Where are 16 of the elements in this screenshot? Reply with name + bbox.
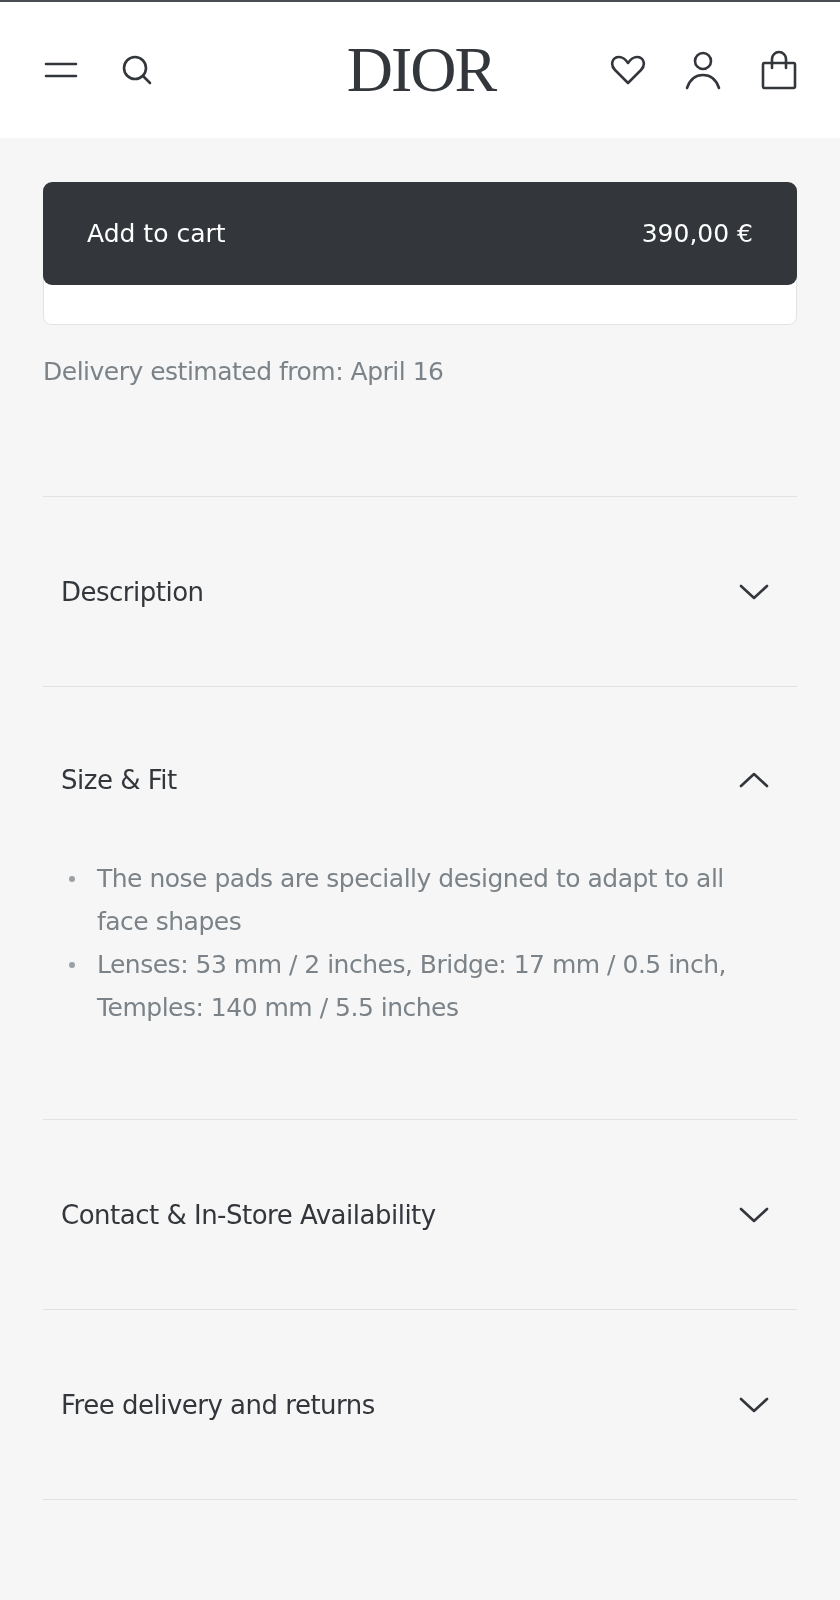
price: 390,00 €	[641, 219, 753, 248]
accordion-header[interactable]: Size & Fit	[43, 687, 797, 837]
heart-icon[interactable]	[610, 54, 646, 86]
delivery-estimate: Delivery estimated from: April 16	[43, 357, 445, 386]
logo[interactable]: DIOR	[346, 38, 496, 102]
bullet-icon	[69, 962, 75, 968]
accordion-header[interactable]: Contact & In-Store Availability	[43, 1120, 797, 1309]
bullet-text: Lenses: 53 mm / 2 inches, Bridge: 17 mm / 0.5 inch, Temples: 140 mm / 5.5 inches	[97, 949, 727, 1024]
add-to-cart-button[interactable]: Add to cart 390,00 €	[43, 182, 797, 285]
user-icon[interactable]	[684, 50, 722, 90]
search-icon[interactable]	[120, 53, 154, 87]
shopping-bag-icon[interactable]	[760, 50, 798, 90]
accordion-header[interactable]: Free delivery and returns	[43, 1310, 797, 1499]
bullet-text: The nose pads are specially designed to adapt to all face shapes	[97, 863, 725, 938]
accordion-header[interactable]: Description	[43, 497, 797, 686]
bullet-icon	[69, 876, 75, 882]
